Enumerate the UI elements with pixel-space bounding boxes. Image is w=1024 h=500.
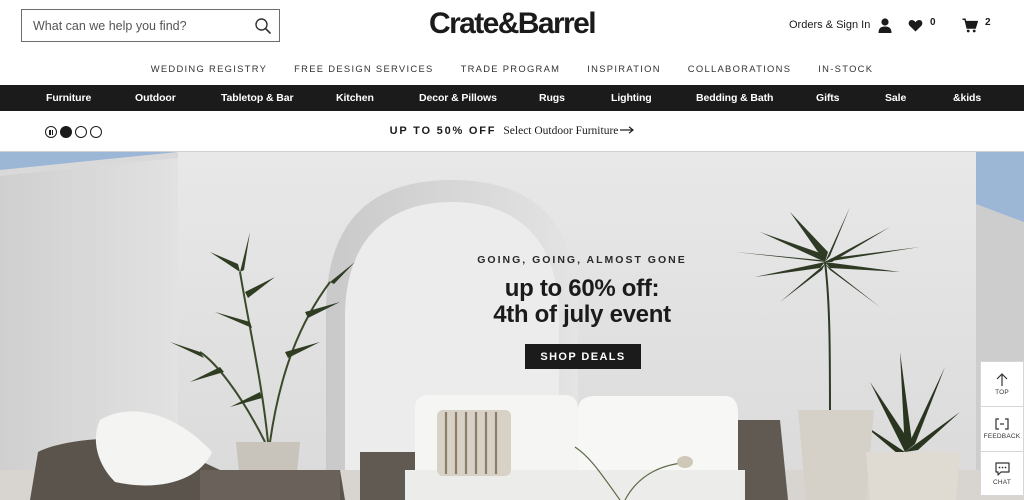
- user-icon: [878, 17, 892, 33]
- shop-deals-button[interactable]: SHOP DEALS: [525, 344, 641, 369]
- chat-label: CHAT: [992, 478, 1011, 486]
- feedback-icon: [995, 418, 1009, 430]
- nav-item-bedding-bath[interactable]: Bedding & Bath: [696, 85, 773, 111]
- nav-item-lighting[interactable]: Lighting: [611, 85, 652, 111]
- sign-in-label: Orders & Sign In: [789, 19, 871, 31]
- favorites-count: 0: [930, 16, 936, 28]
- nav-item-tabletop-bar[interactable]: Tabletop & Bar: [221, 85, 294, 111]
- chat-button[interactable]: CHAT: [980, 451, 1024, 496]
- hero-title-line: 4th of july event: [493, 301, 671, 328]
- promo-headline: UP TO 50% OFF: [389, 125, 497, 137]
- secondary-link-free-design-services[interactable]: FREE DESIGN SERVICES: [294, 63, 433, 74]
- feedback-label: FEEDBACK: [983, 433, 1021, 440]
- nav-item-gifts[interactable]: Gifts: [816, 85, 840, 111]
- hero-eyebrow: GOING, GOING, ALMOST GONE: [477, 254, 687, 266]
- hero-title-line: up to 60% off:: [504, 275, 660, 302]
- secondary-link-trade-program[interactable]: TRADE PROGRAM: [461, 63, 561, 74]
- main-nav: Furniture Outdoor Tabletop & Bar Kitchen…: [0, 85, 1024, 111]
- heart-icon: [908, 19, 923, 31]
- feedback-button[interactable]: FEEDBACK: [980, 406, 1024, 451]
- cart-count: 2: [985, 16, 991, 28]
- chat-icon: [994, 461, 1010, 476]
- cart-link[interactable]: 2: [962, 16, 991, 34]
- cart-icon: [962, 17, 978, 32]
- secondary-link-wedding-registry[interactable]: WEDDING REGISTRY: [151, 63, 267, 74]
- favorites-link[interactable]: 0: [908, 16, 936, 34]
- nav-item-kitchen[interactable]: Kitchen: [336, 85, 374, 111]
- nav-item-furniture[interactable]: Furniture: [46, 85, 91, 111]
- site-header: Crate&Barrel Orders & Sign In 0 2: [0, 0, 1024, 52]
- hero-title: up to 60% off: 4th of july event: [0, 276, 1024, 328]
- orders-sign-in-link[interactable]: Orders & Sign In: [789, 16, 892, 34]
- promo-link[interactable]: Select Outdoor Furniture: [503, 125, 635, 137]
- top-label: TOP: [995, 388, 1009, 396]
- nav-item-rugs[interactable]: Rugs: [539, 85, 565, 111]
- arrow-right-icon: [620, 126, 635, 135]
- secondary-link-collaborations[interactable]: COLLABORATIONS: [688, 63, 791, 74]
- promo-bar: UP TO 50% OFF Select Outdoor Furniture: [0, 111, 1024, 152]
- back-to-top-button[interactable]: TOP: [980, 361, 1024, 406]
- promo-message: UP TO 50% OFF Select Outdoor Furniture: [0, 125, 1024, 137]
- hero-banner: GOING, GOING, ALMOST GONE up to 60% off:…: [0, 152, 1024, 500]
- nav-item-outdoor[interactable]: Outdoor: [135, 85, 176, 111]
- side-tools: TOP FEEDBACK CHAT: [980, 361, 1024, 496]
- secondary-link-inspiration[interactable]: INSPIRATION: [587, 63, 661, 74]
- secondary-nav: WEDDING REGISTRY FREE DESIGN SERVICES TR…: [0, 52, 1024, 85]
- nav-item-decor-pillows[interactable]: Decor & Pillows: [419, 85, 497, 111]
- nav-item-sale[interactable]: Sale: [885, 85, 906, 111]
- arrow-up-icon: [996, 372, 1008, 386]
- secondary-link-in-stock[interactable]: IN-STOCK: [818, 63, 873, 74]
- nav-item-kids[interactable]: &kids: [953, 85, 981, 111]
